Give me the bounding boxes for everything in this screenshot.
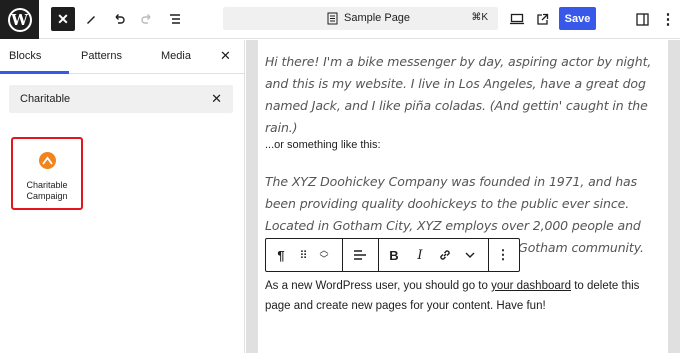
block-item-charitable-campaign[interactable]: Charitable Campaign: [11, 137, 83, 210]
chevron-down-icon: [465, 252, 475, 258]
drag-handle-icon: ⠿: [299, 249, 307, 262]
editor-canvas: Hi there! I'm a bike messenger by day, a…: [246, 40, 680, 353]
list-view-button[interactable]: [163, 7, 187, 31]
charitable-icon: [39, 152, 56, 169]
settings-sidebar-button[interactable]: [630, 7, 654, 31]
options-icon: ⋮: [496, 247, 510, 262]
block-options-button[interactable]: ⋮: [496, 239, 510, 271]
clear-search-icon[interactable]: ✕: [211, 91, 222, 107]
command-shortcut: ⌘K: [471, 12, 488, 23]
preview-device-button[interactable]: [505, 7, 529, 31]
undo-icon: [115, 14, 125, 24]
save-button[interactable]: Save: [559, 7, 596, 30]
align-icon: [354, 250, 366, 260]
document-title: Sample Page: [344, 12, 411, 24]
move-down-icon[interactable]: ﹀: [319, 255, 328, 264]
move-buttons[interactable]: ︿ ﹀: [316, 239, 332, 271]
desktop-icon: [510, 13, 524, 25]
inserter-tabs: Blocks Patterns Media ✕: [0, 40, 245, 74]
italic-button[interactable]: I: [412, 239, 428, 271]
tab-blocks[interactable]: Blocks: [9, 50, 41, 62]
more-options-icon: ⋮: [660, 11, 676, 28]
paragraph-text: As a new WordPress user, you should go t…: [265, 280, 492, 292]
search-value: Charitable: [20, 93, 71, 105]
view-page-button[interactable]: [530, 7, 554, 31]
more-rich-text-button[interactable]: [462, 239, 478, 271]
close-icon: ✕: [57, 10, 69, 27]
paragraph-block[interactable]: Hi there! I'm a bike messenger by day, a…: [265, 51, 665, 139]
dashboard-link[interactable]: your dashboard: [491, 280, 571, 292]
link-button[interactable]: [436, 239, 454, 271]
link-icon: [440, 250, 450, 260]
drag-handle[interactable]: ⠿: [294, 239, 312, 271]
redo-icon: [141, 14, 151, 24]
toolbar-divider: [378, 239, 379, 271]
page-content: Hi there! I'm a bike messenger by day, a…: [258, 40, 668, 353]
toolbar-divider: [342, 239, 343, 271]
sidebar-icon: [635, 12, 649, 26]
tools-button[interactable]: [79, 7, 103, 31]
wordpress-logo-mark: W: [7, 7, 32, 32]
block-toolbar: ¶ ⠿ ︿ ﹀ B I ⋮: [265, 238, 520, 272]
tab-patterns[interactable]: Patterns: [81, 50, 122, 62]
wordpress-logo[interactable]: W: [0, 0, 39, 39]
active-tab-indicator: [0, 71, 69, 74]
close-panel-icon[interactable]: ✕: [220, 48, 231, 64]
paragraph-icon: ¶: [277, 247, 285, 263]
bold-button[interactable]: B: [386, 239, 402, 271]
bold-icon: B: [389, 247, 399, 263]
document-icon: [327, 12, 338, 25]
paragraph-block-selected[interactable]: As a new WordPress user, you should go t…: [265, 276, 665, 316]
align-text-button[interactable]: [350, 239, 370, 271]
block-search-input[interactable]: Charitable ✕: [9, 85, 233, 113]
document-bar[interactable]: Sample Page ⌘K: [223, 7, 498, 30]
block-item-label: Charitable Campaign: [26, 180, 68, 201]
list-view-icon: [170, 14, 180, 24]
pen-icon: [87, 16, 95, 24]
toolbar-divider: [488, 239, 489, 271]
paragraph-block[interactable]: ...or something like this:: [265, 138, 665, 152]
block-inserter-panel: Blocks Patterns Media ✕ Charitable ✕ Cha…: [0, 40, 245, 353]
redo-button[interactable]: [135, 7, 159, 31]
close-inserter-button[interactable]: ✕: [51, 7, 75, 31]
paragraph-block-type-button[interactable]: ¶: [272, 239, 290, 271]
tab-media[interactable]: Media: [161, 50, 191, 62]
editor-top-toolbar: W ✕ Sample Page ⌘K Save ⋮: [0, 0, 680, 39]
options-menu-button[interactable]: ⋮: [656, 7, 680, 31]
undo-button[interactable]: [107, 7, 131, 31]
external-link-icon: [536, 13, 548, 25]
italic-icon: I: [417, 247, 423, 263]
